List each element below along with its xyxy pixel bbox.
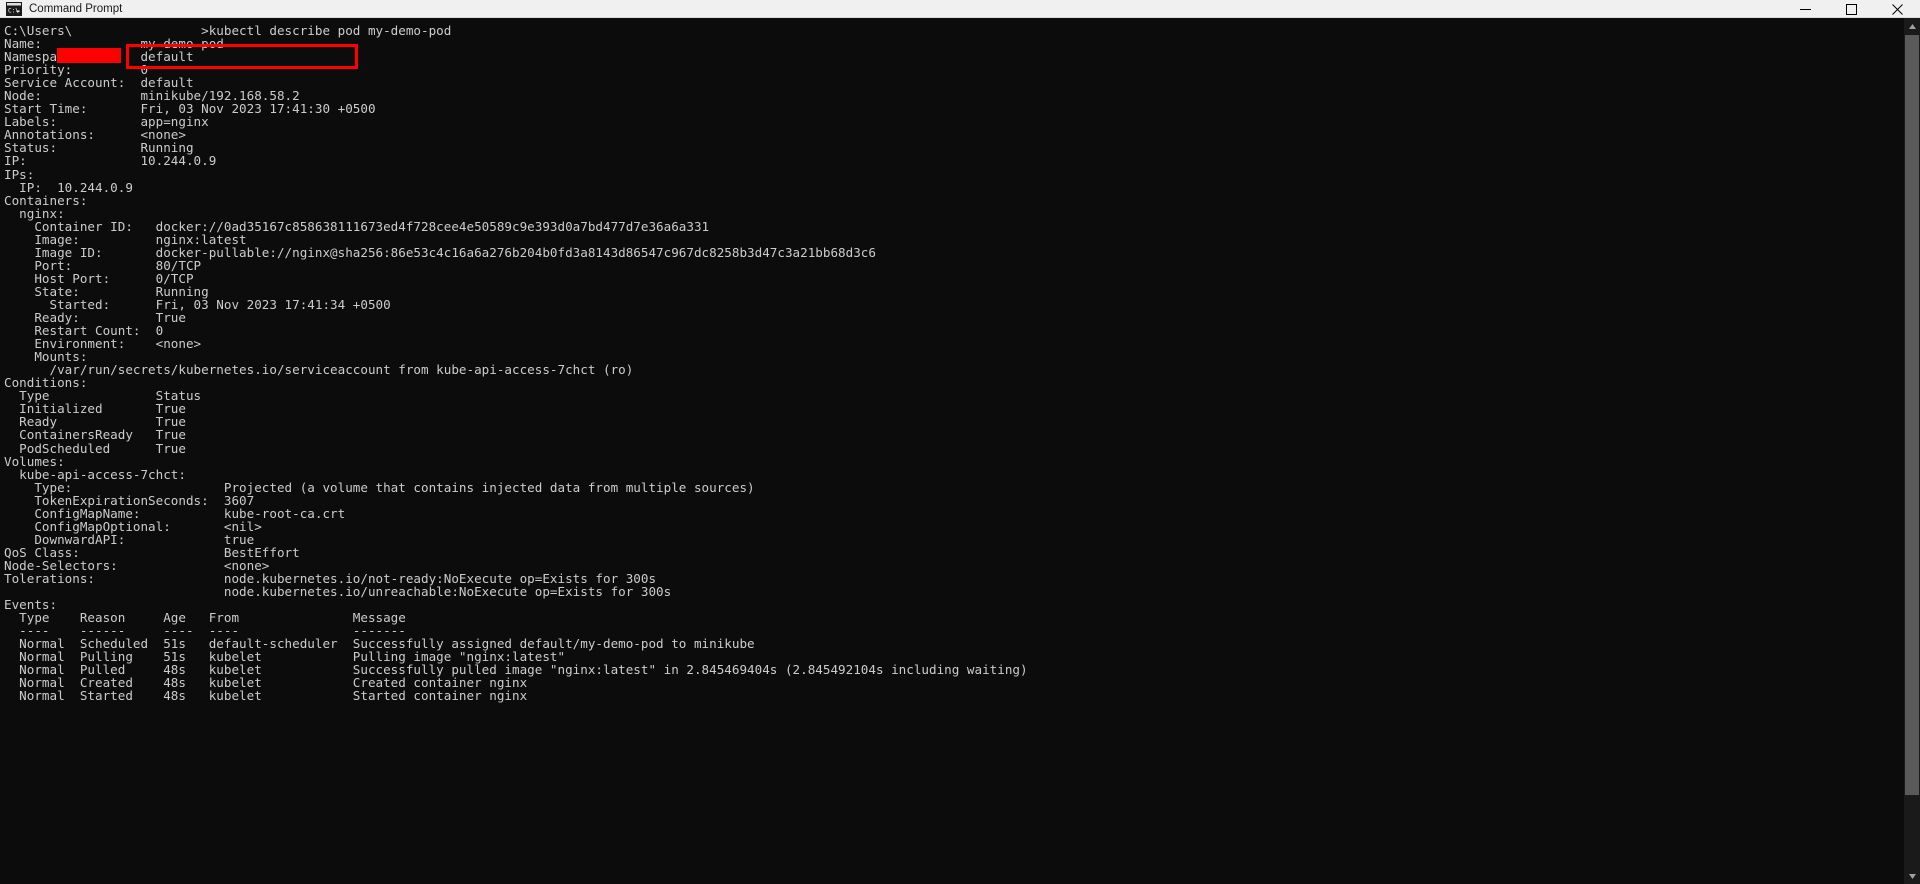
terminal-line: Container ID: docker://0ad35167c85863811… <box>4 218 710 234</box>
terminal-line: Containers: <box>4 192 88 208</box>
terminal-line: IP: 10.244.0.9 <box>4 153 217 169</box>
minimize-icon <box>1799 8 1811 10</box>
terminal-line: PodScheduled True <box>4 440 186 456</box>
terminal-line: ContainersReady True <box>4 427 186 443</box>
window-title-bar[interactable]: C:\ Command Prompt <box>0 0 1920 18</box>
scroll-up-arrow[interactable] <box>1904 18 1920 34</box>
window-controls <box>1782 0 1920 18</box>
window-title: Command Prompt <box>29 2 123 15</box>
terminal-line: Namespace: default <box>4 49 194 65</box>
terminal-line: IP: 10.244.0.9 <box>4 179 133 195</box>
chevron-down-icon <box>1908 873 1916 879</box>
terminal-area[interactable]: C:\Users\ >kubectl describe pod my-demo-… <box>0 18 1920 884</box>
maximize-icon <box>1845 3 1857 15</box>
minimize-button[interactable] <box>1782 0 1828 18</box>
username-redaction-block <box>57 48 121 63</box>
vertical-scrollbar[interactable] <box>1904 18 1920 884</box>
terminal-line: /var/run/secrets/kubernetes.io/serviceac… <box>4 362 634 378</box>
terminal-line: ConfigMapOptional: <nil> <box>4 518 262 534</box>
terminal-line: Image ID: docker-pullable://nginx@sha256… <box>4 244 876 260</box>
scrollbar-thumb[interactable] <box>1905 35 1919 795</box>
chevron-up-icon <box>1908 23 1916 29</box>
terminal-line: ConfigMapName: kube-root-ca.crt <box>4 505 346 521</box>
terminal-line: IPs: <box>4 166 35 182</box>
terminal-line: Image: nginx:latest <box>4 231 247 247</box>
terminal-line: QoS Class: BestEffort <box>4 544 300 560</box>
terminal-line: kube-api-access-7chct: <box>4 466 186 482</box>
terminal-line: Normal Started 48s kubelet Started conta… <box>4 688 528 704</box>
terminal-line: Environment: <none> <box>4 336 202 352</box>
terminal-line: node.kubernetes.io/unreachable:NoExecute… <box>4 584 672 600</box>
terminal-line: nginx: <box>4 205 65 221</box>
close-button[interactable] <box>1874 0 1920 18</box>
maximize-button[interactable] <box>1828 0 1874 18</box>
console-icon: C:\ <box>6 1 22 17</box>
terminal-line: Node-Selectors: <none> <box>4 557 270 573</box>
terminal-output: C:\Users\ >kubectl describe pod my-demo-… <box>4 24 1028 702</box>
close-icon <box>1891 3 1903 15</box>
terminal-line: Volumes: <box>4 453 65 469</box>
terminal-line: DownwardAPI: true <box>4 531 255 547</box>
terminal-line: TokenExpirationSeconds: 3607 <box>4 492 255 508</box>
terminal-line: Type: Projected (a volume that contains … <box>4 479 755 495</box>
terminal-line: Host Port: 0/TCP <box>4 270 194 286</box>
terminal-line: Port: 80/TCP <box>4 257 202 273</box>
scroll-down-arrow[interactable] <box>1904 868 1920 884</box>
